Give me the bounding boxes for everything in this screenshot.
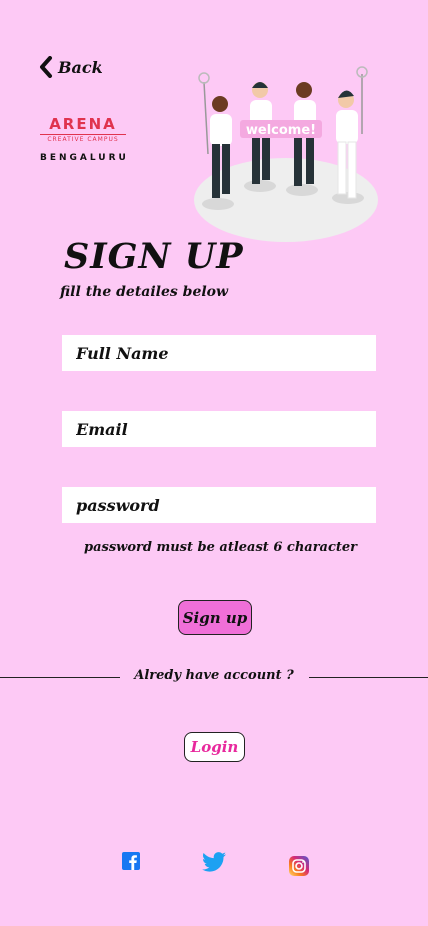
password-field[interactable]	[62, 487, 376, 523]
email-field[interactable]	[62, 411, 376, 447]
arena-logo: ARENA CREATIVE CAMPUS BENGALURU	[40, 116, 126, 163]
facebook-icon[interactable]	[122, 852, 140, 874]
back-label: Back	[58, 57, 103, 77]
chevron-left-icon	[40, 56, 52, 78]
password-hint: password must be atleast 6 character	[84, 540, 358, 555]
logo-brand: ARENA	[49, 115, 117, 133]
logo-city: BENGALURU	[40, 153, 129, 163]
divider-right	[309, 677, 428, 678]
already-have-account-text: Alredy have account ?	[134, 668, 294, 683]
page-title: SIGN UP	[64, 236, 244, 277]
sign-up-button[interactable]: Sign up	[178, 600, 252, 635]
login-button[interactable]: Login	[184, 732, 245, 762]
logo-tagline: CREATIVE CAMPUS	[40, 134, 126, 143]
welcome-illustration: welcome!	[194, 66, 378, 242]
back-button[interactable]: Back	[38, 56, 103, 78]
full-name-field[interactable]	[62, 335, 376, 371]
divider-left	[0, 677, 120, 678]
instagram-icon[interactable]	[289, 856, 309, 880]
twitter-icon[interactable]	[202, 852, 226, 876]
welcome-banner-text: welcome!	[246, 123, 316, 138]
page-subtitle: fill the detailes below	[60, 284, 229, 300]
